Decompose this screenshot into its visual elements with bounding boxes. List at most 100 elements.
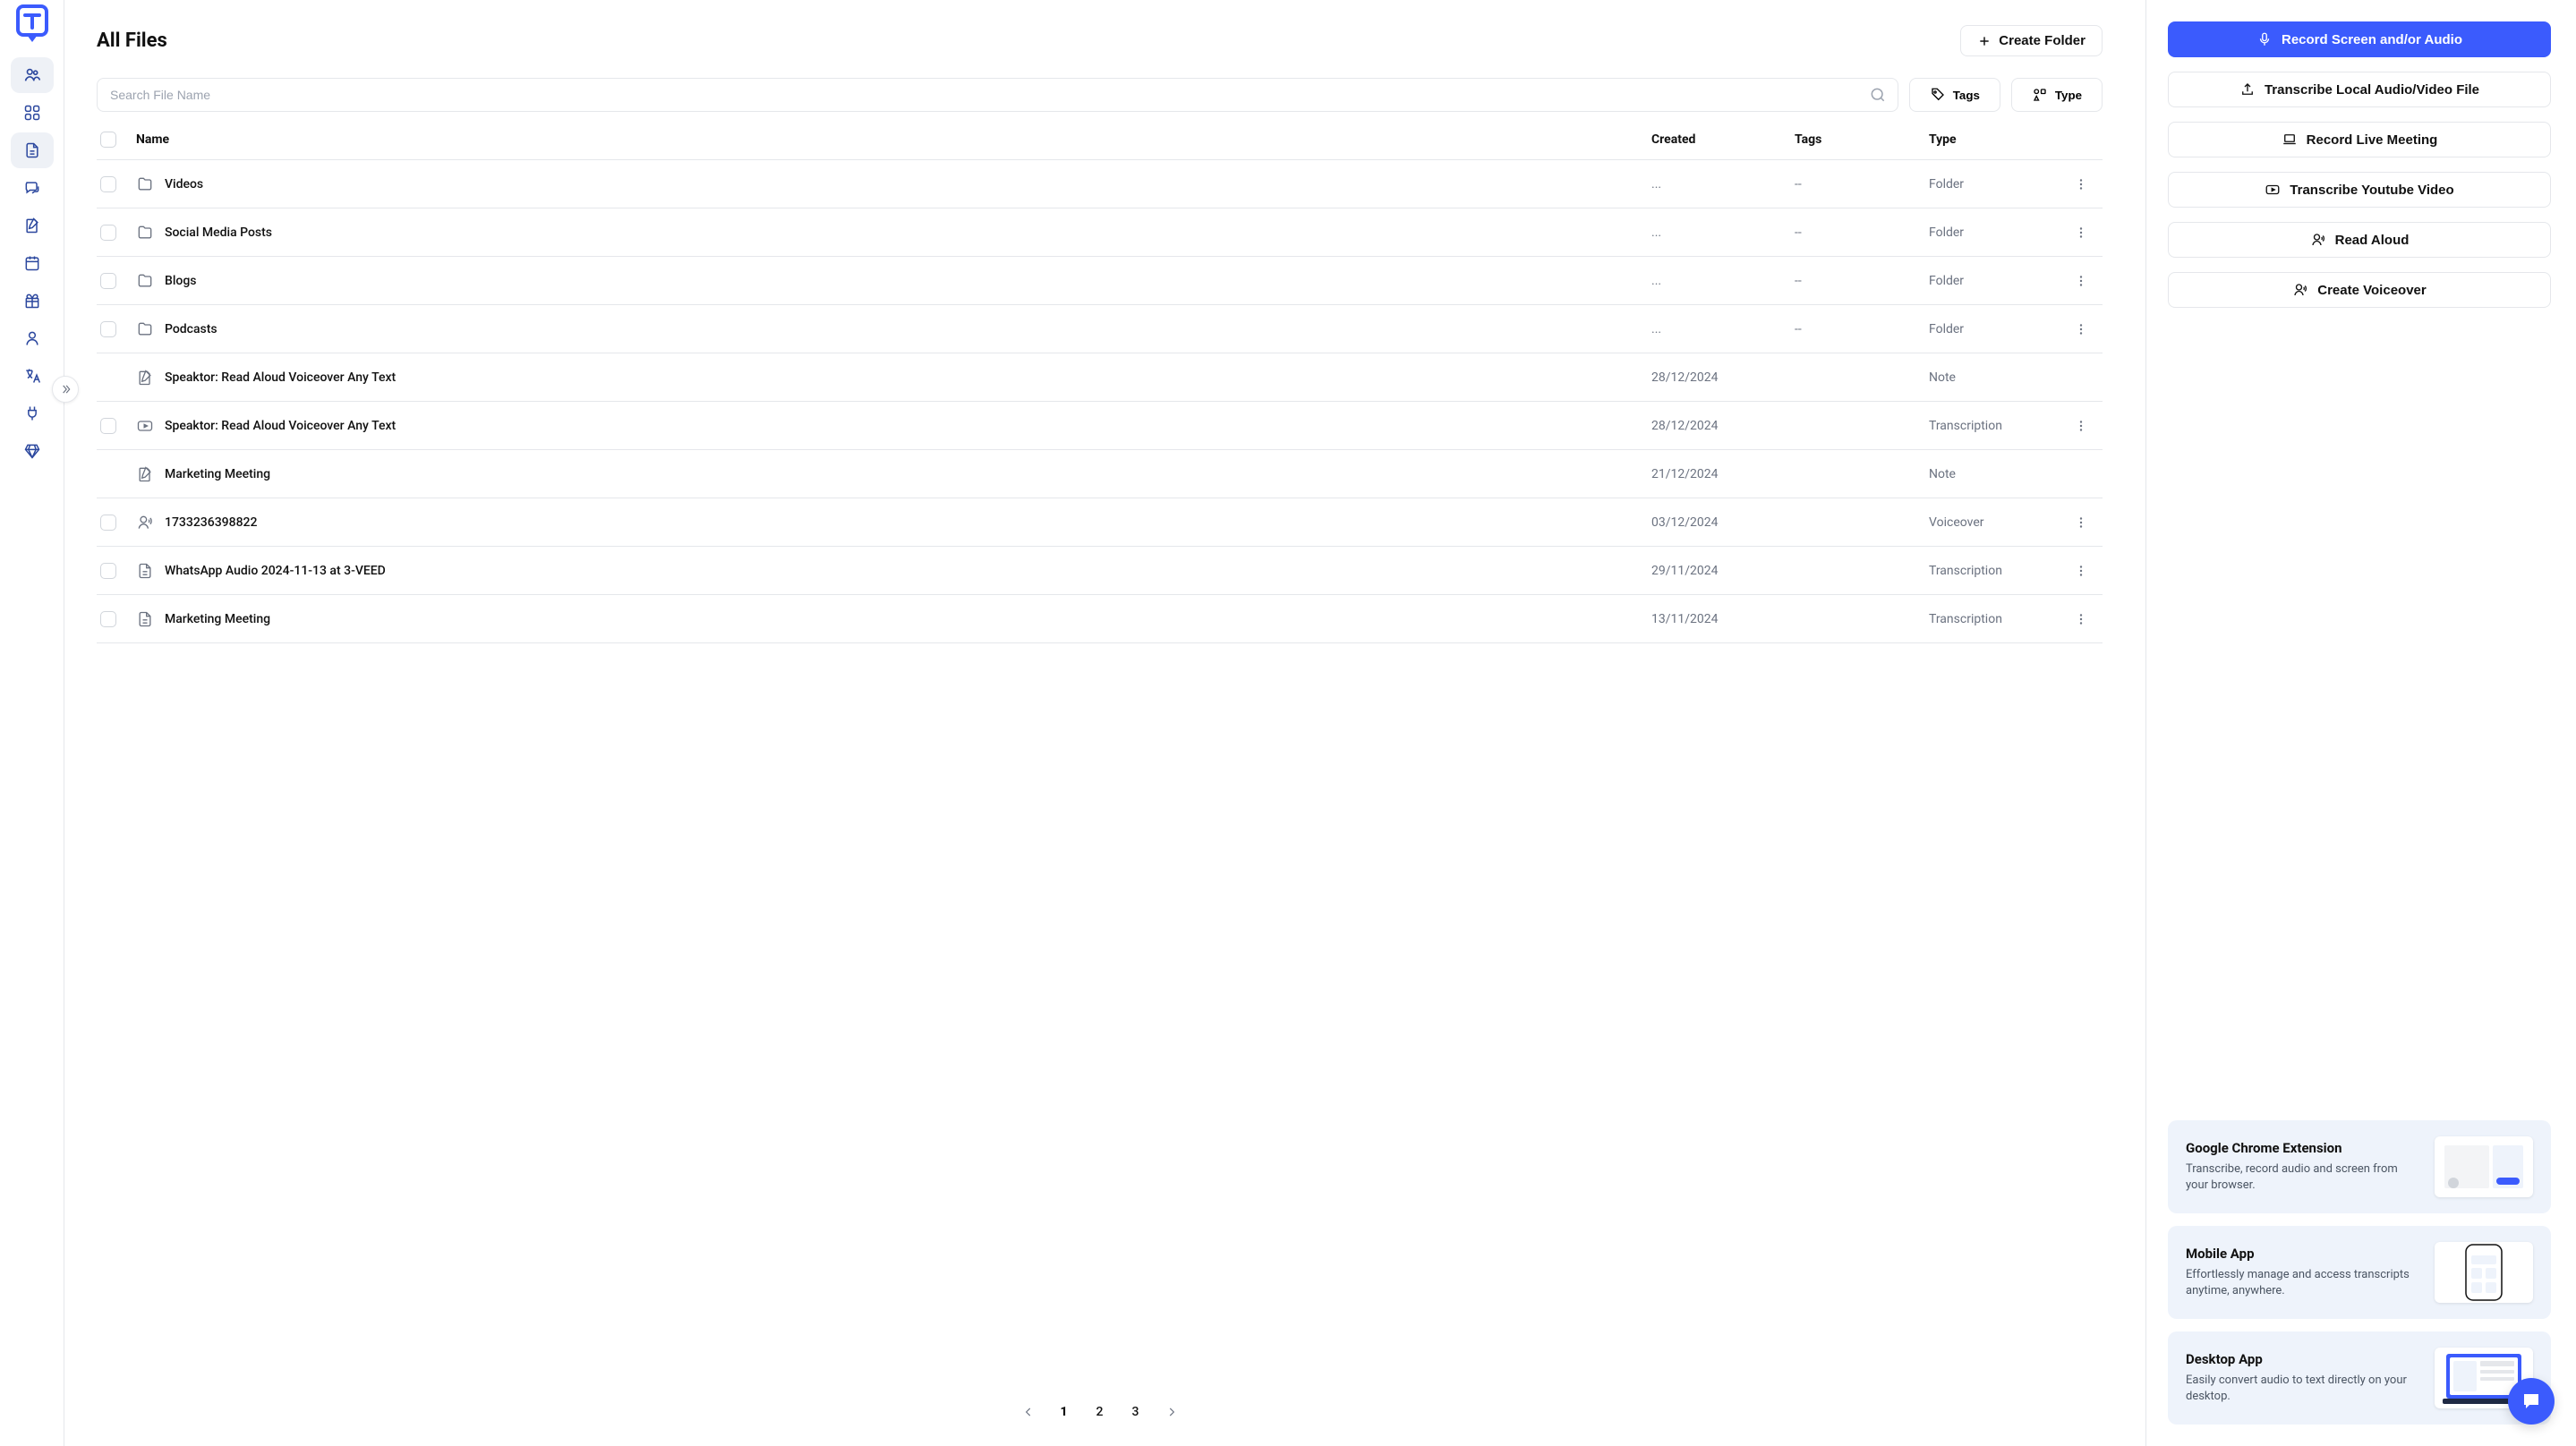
page-next[interactable] xyxy=(1156,1396,1188,1428)
row-type: Transcription xyxy=(1929,564,2063,578)
voice-icon xyxy=(2310,232,2326,248)
pagination: 123 xyxy=(97,1369,2103,1428)
table-header: Name Created Tags Type xyxy=(97,119,2103,160)
sidebar-dashboard[interactable] xyxy=(11,95,54,131)
transcribe-youtube-button[interactable]: Transcribe Youtube Video xyxy=(2168,172,2551,208)
table-row[interactable]: 173323639882203/12/2024Voiceover xyxy=(97,498,2103,547)
card-desc: Transcribe, record audio and screen from… xyxy=(2186,1161,2420,1194)
page-prev[interactable] xyxy=(1012,1396,1045,1428)
row-checkbox[interactable] xyxy=(100,176,116,192)
table-row[interactable]: Social Media Posts...--Folder xyxy=(97,208,2103,257)
more-vertical-icon xyxy=(2073,225,2089,241)
row-more-button[interactable] xyxy=(2063,321,2099,337)
table-row[interactable]: Podcasts...--Folder xyxy=(97,305,2103,353)
read-aloud-button[interactable]: Read Aloud xyxy=(2168,222,2551,258)
tags-filter-button[interactable]: Tags xyxy=(1909,78,2000,112)
row-checkbox[interactable] xyxy=(100,611,116,627)
row-created: 28/12/2024 xyxy=(1651,419,1795,433)
transcribe-local-button[interactable]: Transcribe Local Audio/Video File xyxy=(2168,72,2551,107)
sidebar-premium[interactable] xyxy=(11,433,54,469)
card-thumb xyxy=(2435,1242,2533,1303)
more-vertical-icon xyxy=(2073,273,2089,289)
table-row[interactable]: Marketing Meeting21/12/2024Note xyxy=(97,450,2103,498)
row-more-button[interactable] xyxy=(2063,515,2099,531)
sidebar-calendar[interactable] xyxy=(11,245,54,281)
sidebar-notes[interactable] xyxy=(11,208,54,243)
row-checkbox[interactable] xyxy=(100,563,116,579)
sidebar-gifts[interactable] xyxy=(11,283,54,319)
row-more-button[interactable] xyxy=(2063,611,2099,627)
row-created: ... xyxy=(1651,322,1795,336)
table-row[interactable]: Marketing Meeting13/11/2024Transcription xyxy=(97,595,2103,643)
table-row[interactable]: Blogs...--Folder xyxy=(97,257,2103,305)
card-desc: Easily convert audio to text directly on… xyxy=(2186,1373,2420,1405)
folder-icon xyxy=(136,175,154,193)
video-icon xyxy=(136,417,154,435)
sidebar-workspace[interactable] xyxy=(11,57,54,93)
row-more-button[interactable] xyxy=(2063,273,2099,289)
row-more-button[interactable] xyxy=(2063,176,2099,192)
row-checkbox[interactable] xyxy=(100,418,116,434)
doc-icon xyxy=(136,610,154,628)
row-more-button[interactable] xyxy=(2063,563,2099,579)
row-tags: -- xyxy=(1795,322,1929,336)
row-tags: -- xyxy=(1795,225,1929,240)
row-type: Folder xyxy=(1929,177,2063,191)
promo-card[interactable]: Google Chrome ExtensionTranscribe, recor… xyxy=(2168,1120,2551,1213)
sidebar-account[interactable] xyxy=(11,320,54,356)
more-vertical-icon xyxy=(2073,321,2089,337)
record-screen-button[interactable]: Record Screen and/or Audio xyxy=(2168,21,2551,57)
row-type: Voiceover xyxy=(1929,515,2063,530)
tag-icon xyxy=(1930,87,1946,103)
col-tags: Tags xyxy=(1795,132,1929,147)
create-voiceover-button[interactable]: Create Voiceover xyxy=(2168,272,2551,308)
sidebar-expand-button[interactable] xyxy=(52,376,79,403)
col-created: Created xyxy=(1651,132,1795,147)
table-row[interactable]: WhatsApp Audio 2024-11-13 at 3-VEED29/11… xyxy=(97,547,2103,595)
sidebar-chat[interactable] xyxy=(11,170,54,206)
voice-icon xyxy=(136,514,154,532)
create-folder-button[interactable]: Create Folder xyxy=(1960,25,2103,56)
page-number[interactable]: 2 xyxy=(1084,1396,1116,1428)
row-name: Speaktor: Read Aloud Voiceover Any Text xyxy=(165,419,396,433)
row-created: 28/12/2024 xyxy=(1651,370,1795,385)
sidebar xyxy=(0,0,64,1446)
table-row[interactable]: Speaktor: Read Aloud Voiceover Any Text2… xyxy=(97,353,2103,402)
page-number[interactable]: 1 xyxy=(1048,1396,1080,1428)
sidebar-integrations[interactable] xyxy=(11,396,54,431)
row-type: Folder xyxy=(1929,274,2063,288)
page-number[interactable]: 3 xyxy=(1120,1396,1152,1428)
row-checkbox[interactable] xyxy=(100,321,116,337)
row-name: Podcasts xyxy=(165,322,218,336)
card-thumb xyxy=(2435,1136,2533,1197)
search-input[interactable] xyxy=(98,79,1898,111)
folder-icon xyxy=(136,224,154,242)
row-name: Videos xyxy=(165,177,203,191)
app-logo[interactable] xyxy=(11,4,54,47)
chat-icon xyxy=(2521,1391,2542,1412)
table-row[interactable]: Speaktor: Read Aloud Voiceover Any Text 2… xyxy=(97,402,2103,450)
row-checkbox[interactable] xyxy=(100,515,116,531)
sidebar-language[interactable] xyxy=(11,358,54,394)
type-filter-button[interactable]: Type xyxy=(2011,78,2103,112)
voiceover-icon xyxy=(2292,282,2308,298)
more-vertical-icon xyxy=(2073,611,2089,627)
table-row[interactable]: Videos...--Folder xyxy=(97,160,2103,208)
row-more-button[interactable] xyxy=(2063,225,2099,241)
row-tags: -- xyxy=(1795,274,1929,288)
row-created: ... xyxy=(1651,225,1795,240)
sidebar-files[interactable] xyxy=(11,132,54,168)
promo-card[interactable]: Desktop AppEasily convert audio to text … xyxy=(2168,1331,2551,1425)
more-vertical-icon xyxy=(2073,418,2089,434)
record-meeting-button[interactable]: Record Live Meeting xyxy=(2168,122,2551,157)
mic-icon xyxy=(2256,31,2273,47)
select-all-checkbox[interactable] xyxy=(100,132,116,148)
row-checkbox[interactable] xyxy=(100,225,116,241)
card-desc: Effortlessly manage and access transcrip… xyxy=(2186,1267,2420,1299)
promo-card[interactable]: Mobile AppEffortlessly manage and access… xyxy=(2168,1226,2551,1319)
row-name: Marketing Meeting xyxy=(165,467,270,481)
chat-fab[interactable] xyxy=(2508,1378,2555,1425)
more-vertical-icon xyxy=(2073,515,2089,531)
row-more-button[interactable] xyxy=(2063,418,2099,434)
row-checkbox[interactable] xyxy=(100,273,116,289)
